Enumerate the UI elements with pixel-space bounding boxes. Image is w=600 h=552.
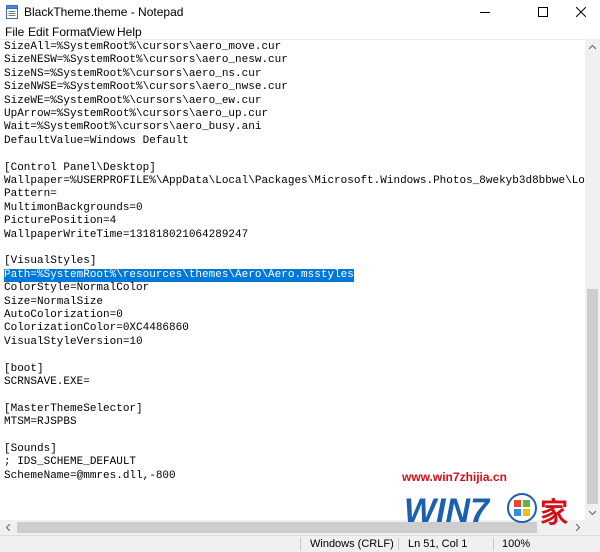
text-line: MultimonBackgrounds=0 [4,201,143,214]
text-line: SizeNS=%SystemRoot%\cursors\aero_ns.cur [4,67,262,80]
text-line: ColorStyle=NormalColor [4,282,150,295]
text-line: Size=NormalSize [4,295,104,308]
status-bar: Windows (CRLF) Ln 51, Col 1 100% [0,535,600,552]
menu-edit[interactable]: Edit [28,25,49,39]
text-line: SchemeName=@mmres.dll,-800 [4,469,176,482]
minimize-icon [480,12,490,13]
text-line: UpArrow=%SystemRoot%\cursors\aero_up.cur [4,108,269,120]
status-encoding: Windows (CRLF) [310,538,394,550]
scroll-up-button[interactable] [585,39,600,54]
chevron-down-icon [589,510,596,515]
text-line: [VisualStyles] [4,255,97,268]
text-line: SizeNWSE=%SystemRoot%\cursors\aero_nwse.… [4,81,288,94]
maximize-icon [538,7,548,17]
menu-help[interactable]: Help [117,25,142,39]
text-line: DefaultValue=Windows Default [4,134,189,147]
text-line: WallpaperWriteTime=131818021064289247 [4,228,249,241]
minimize-button[interactable] [462,0,508,24]
scroll-left-button[interactable] [0,520,15,535]
text-line: [Control Panel\Desktop] [4,161,156,174]
scroll-down-button[interactable] [585,505,600,520]
status-cursor-position: Ln 51, Col 1 [408,538,468,550]
watermark-logo-text: WIN7 [404,492,491,530]
watermark-logo-suffix: 家 [540,496,568,529]
window-title: BlackTheme.theme - Notepad [24,5,184,19]
chevron-left-icon [5,524,10,531]
text-line: SizeNESW=%SystemRoot%\cursors\aero_nesw.… [4,54,288,67]
maximize-button[interactable] [520,0,566,24]
text-line: PicturePosition=4 [4,215,117,228]
vertical-scroll-thumb[interactable] [587,289,598,504]
text-line: SizeWE=%SystemRoot%\cursors\aero_ew.cur [4,94,262,107]
text-line: MTSM=RJSPBS [4,416,77,429]
selected-text-line: Path=%SystemRoot%\resources\themes\Aero\… [4,268,354,282]
title-bar[interactable]: BlackTheme.theme - Notepad [0,0,600,24]
text-line: Pattern= [4,188,57,201]
text-line: ; IDS_SCHEME_DEFAULT [4,456,137,469]
text-line: Wallpaper=%USERPROFILE%\AppData\Local\Pa… [4,175,585,187]
close-icon [576,7,586,17]
menu-file[interactable]: File [5,25,24,39]
watermark-url: www.win7zhijia.cn [402,470,507,484]
menu-view[interactable]: View [89,25,115,39]
text-line: ColorizationColor=0XC4486860 [4,322,189,335]
notepad-window: BlackTheme.theme - Notepad File Edit For… [0,0,600,552]
scrollbar-corner [585,520,600,535]
menu-format[interactable]: Format [52,25,90,39]
text-line: AutoColorization=0 [4,309,123,321]
status-separator [493,538,494,550]
text-line: [MasterThemeSelector] [4,402,143,415]
watermark-logo: WIN7 家 [404,492,568,530]
close-button[interactable] [562,0,600,24]
status-separator [398,538,399,550]
vertical-scrollbar[interactable] [585,39,600,520]
text-line: SizeAll=%SystemRoot%\cursors\aero_move.c… [4,41,282,53]
status-separator [300,538,301,550]
chevron-up-icon [589,44,596,49]
watermark: www.win7zhijia.cn WIN7 家 [400,470,580,532]
text-line: Wait=%SystemRoot%\cursors\aero_busy.ani [4,121,262,134]
text-line: VisualStyleVersion=10 [4,335,143,348]
text-line: [Sounds] [4,443,57,455]
text-line: [boot] [4,362,44,375]
text-editor[interactable]: SizeAll=%SystemRoot%\cursors\aero_move.c… [0,39,585,521]
notepad-app-icon [6,5,18,19]
text-line: SCRNSAVE.EXE= [4,376,90,388]
windows-logo-icon [507,493,537,523]
menu-bar: File Edit Format View Help [0,24,600,40]
status-zoom: 100% [502,538,531,550]
